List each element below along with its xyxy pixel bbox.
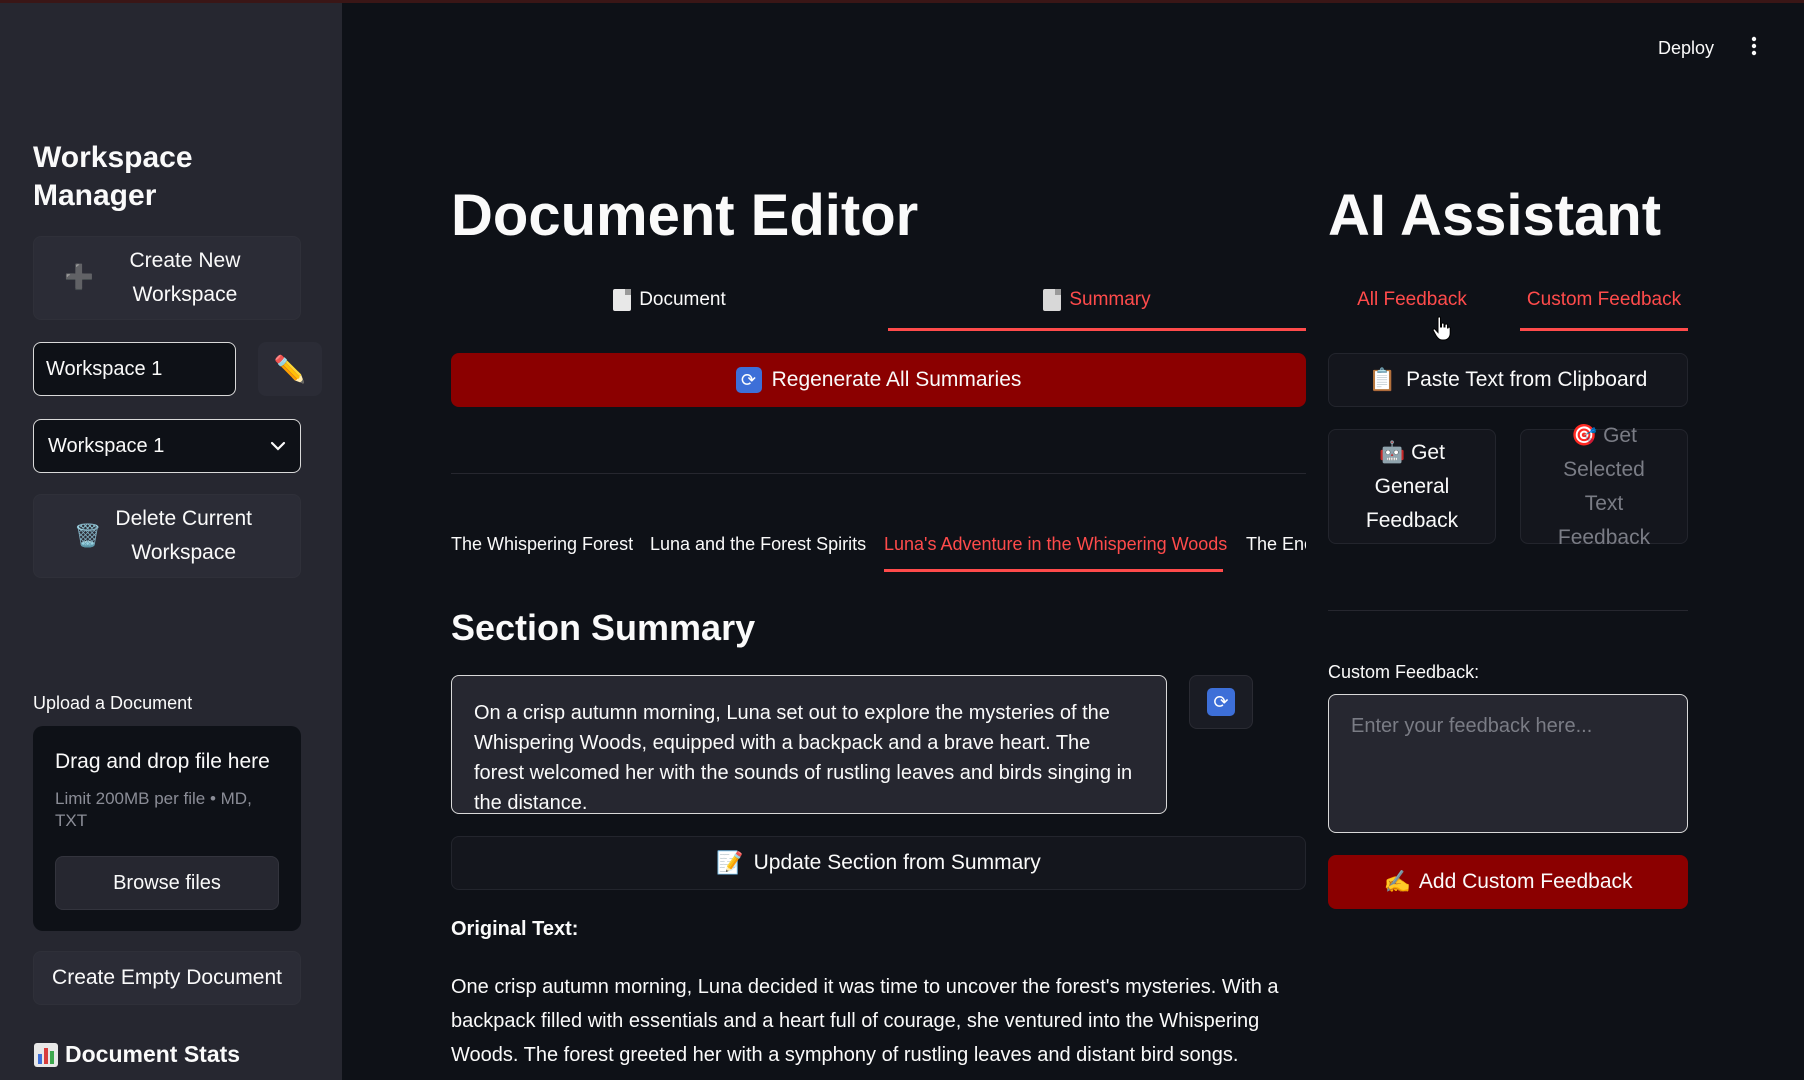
rename-workspace-button[interactable]: ✏️ xyxy=(258,342,322,396)
section-summary-heading: Section Summary xyxy=(451,607,756,648)
document-icon xyxy=(613,289,632,311)
original-text-label: Original Text: xyxy=(451,918,579,940)
general-feedback-label: 🤖 Get General Feedback xyxy=(1357,436,1467,538)
refresh-icon: ⟳ xyxy=(735,367,762,393)
document-stats-label: Document Stats xyxy=(65,1041,241,1067)
add-custom-feedback-button[interactable]: ✍️ Add Custom Feedback xyxy=(1328,855,1688,909)
sidebar-title: Workspace Manager xyxy=(33,141,193,212)
tab-summary-label: Summary xyxy=(1069,289,1151,310)
custom-feedback-label: Custom Feedback: xyxy=(1328,662,1480,682)
general-feedback-button[interactable]: 🤖 Get General Feedback xyxy=(1328,429,1496,544)
chevron-down-icon xyxy=(270,441,286,451)
dropzone-limit: Limit 200MB per file • MD, TXT xyxy=(55,789,252,830)
assistant-title: AI Assistant xyxy=(1328,183,1662,248)
workspace-select[interactable]: Workspace 1 xyxy=(33,419,301,473)
divider xyxy=(1328,610,1688,611)
tab-all-feedback[interactable]: All Feedback xyxy=(1328,271,1496,329)
trash-icon: 🗑️ xyxy=(74,523,102,548)
summary-textarea[interactable]: On a crisp autumn morning, Luna set out … xyxy=(451,675,1167,814)
section-tab-whispering-forest[interactable]: The Whispering Forest xyxy=(451,534,633,555)
editor-tabs: Document Summary xyxy=(451,271,1306,331)
section-tabs: The Whispering Forest Luna and the Fores… xyxy=(451,520,1306,576)
workspace-name-input[interactable]: Workspace 1 xyxy=(33,342,236,396)
section-tab-lunas-adventure[interactable]: Luna's Adventure in the Whispering Woods xyxy=(884,534,1227,555)
writing-hand-icon: ✍️ xyxy=(1383,869,1411,894)
upload-label: Upload a Document xyxy=(33,693,193,713)
custom-feedback-textarea[interactable]: Enter your feedback here... xyxy=(1328,694,1688,833)
regenerate-label: Regenerate All Summaries xyxy=(771,368,1022,391)
robot-icon: 🤖 xyxy=(1379,440,1406,464)
create-workspace-label: Create New Workspace xyxy=(129,249,241,306)
pencil-icon: ✏️ xyxy=(273,353,307,384)
delete-workspace-label: Delete Current Workspace xyxy=(115,507,252,564)
plus-icon: ➕ xyxy=(64,264,94,291)
active-tab-indicator xyxy=(888,328,1306,331)
clipboard-icon: 📋 xyxy=(1368,367,1397,392)
dropzone-title: Drag and drop file here xyxy=(55,750,270,773)
sidebar: Workspace Manager ➕ Create New Workspace… xyxy=(0,3,342,1080)
main-menu-button[interactable] xyxy=(1744,36,1764,60)
assistant-tabs: All Feedback Custom Feedback xyxy=(1328,271,1688,331)
refresh-summary-button[interactable]: ⟳ xyxy=(1189,675,1253,729)
file-dropzone[interactable]: Drag and drop file here Limit 200MB per … xyxy=(33,726,301,931)
tab-custom-feedback[interactable]: Custom Feedback xyxy=(1520,271,1688,329)
bar-chart-icon xyxy=(34,1042,58,1067)
create-empty-document-button[interactable]: Create Empty Document xyxy=(33,951,301,1005)
refresh-icon: ⟳ xyxy=(1207,688,1235,716)
add-custom-feedback-label: Add Custom Feedback xyxy=(1418,870,1633,893)
tab-document[interactable]: Document xyxy=(451,271,888,329)
paste-clipboard-label: Paste Text from Clipboard xyxy=(1406,368,1648,391)
workspace-select-value: Workspace 1 xyxy=(48,434,165,457)
active-section-indicator xyxy=(884,569,1223,572)
update-section-label: Update Section from Summary xyxy=(753,851,1041,874)
editor-title: Document Editor xyxy=(451,183,919,248)
section-tab-the-enc[interactable]: The Enc xyxy=(1246,534,1306,555)
workspace-name-value: Workspace 1 xyxy=(46,357,163,380)
update-section-button[interactable]: 📝 Update Section from Summary xyxy=(451,836,1306,890)
tab-document-label: Document xyxy=(639,289,726,310)
memo-icon: 📝 xyxy=(716,850,744,875)
tab-summary[interactable]: Summary xyxy=(888,271,1306,329)
target-icon: 🎯 xyxy=(1571,423,1598,447)
selected-feedback-button[interactable]: 🎯 Get Selected Text Feedback xyxy=(1520,424,1688,549)
paste-clipboard-button[interactable]: 📋 Paste Text from Clipboard xyxy=(1328,353,1688,407)
summary-icon xyxy=(1043,289,1062,311)
original-text: One crisp autumn morning, Luna decided i… xyxy=(451,976,1279,1066)
browse-files-button[interactable]: Browse files xyxy=(55,856,279,910)
document-stats-heading: Document Stats xyxy=(33,1041,240,1068)
divider xyxy=(451,473,1306,474)
delete-workspace-button[interactable]: 🗑️ Delete Current Workspace xyxy=(33,494,301,578)
kebab-menu-icon xyxy=(1751,36,1757,56)
selected-feedback-label: 🎯 Get Selected Text Feedback xyxy=(1543,419,1665,555)
active-assistant-tab-indicator xyxy=(1520,328,1688,331)
regenerate-summaries-button[interactable]: ⟳ Regenerate All Summaries xyxy=(451,353,1306,407)
create-workspace-button[interactable]: ➕ Create New Workspace xyxy=(33,236,301,320)
section-tab-forest-spirits[interactable]: Luna and the Forest Spirits xyxy=(650,534,866,555)
deploy-button[interactable]: Deploy xyxy=(1658,38,1714,59)
custom-feedback-placeholder: Enter your feedback here... xyxy=(1351,715,1593,737)
hand-cursor-icon xyxy=(1432,316,1451,341)
